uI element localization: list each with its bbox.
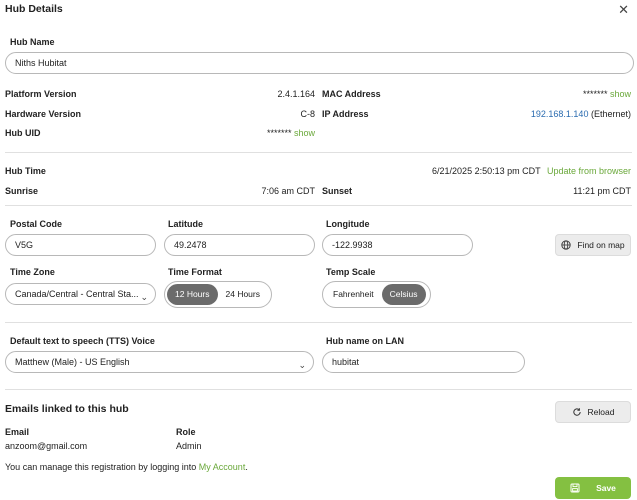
- manage-registration-text: You can manage this registration by logg…: [5, 462, 248, 472]
- divider: [5, 205, 632, 206]
- longitude-label: Longitude: [326, 219, 370, 229]
- platform-version-value: 2.4.1.164: [277, 89, 315, 99]
- sunset-value: 11:21 pm CDT: [573, 186, 631, 196]
- chevron-down-icon: ⌄: [140, 292, 148, 302]
- hub-uid-show-link[interactable]: show: [294, 128, 315, 138]
- close-icon[interactable]: ✕: [618, 2, 629, 18]
- sunrise-value: 7:06 am CDT: [261, 186, 315, 196]
- platform-version-label: Platform Version: [5, 89, 77, 99]
- role-cell: Admin: [176, 441, 202, 451]
- tts-voice-select[interactable]: Matthew (Male) - US English ⌄: [5, 351, 314, 373]
- time-format-12h[interactable]: 12 Hours: [167, 284, 218, 305]
- chevron-down-icon: ⌄: [298, 360, 306, 370]
- longitude-input[interactable]: -122.9938: [322, 234, 473, 256]
- save-icon: [570, 483, 580, 493]
- hardware-version-label: Hardware Version: [5, 109, 82, 119]
- hub-uid-masked: *******: [266, 128, 292, 138]
- hub-lan-name-label: Hub name on LAN: [326, 336, 404, 346]
- dialog-title: Hub Details: [5, 3, 63, 15]
- divider: [5, 389, 632, 390]
- postal-code-input[interactable]: V5G: [5, 234, 156, 256]
- ip-address-label: IP Address: [322, 109, 369, 119]
- time-format-label: Time Format: [168, 267, 222, 277]
- my-account-link[interactable]: My Account: [199, 462, 246, 472]
- save-button[interactable]: Save: [555, 477, 631, 499]
- find-on-map-label: Find on map: [577, 240, 625, 250]
- temp-scale-toggle[interactable]: Fahrenheit Celsius: [322, 281, 431, 308]
- tts-voice-label: Default text to speech (TTS) Voice: [10, 336, 155, 346]
- tts-voice-value: Matthew (Male) - US English: [15, 357, 130, 367]
- mac-show-link[interactable]: show: [610, 89, 631, 99]
- hub-lan-name-input[interactable]: hubitat: [322, 351, 525, 373]
- time-zone-select[interactable]: Canada/Central - Central Sta... ⌄: [5, 283, 156, 305]
- hardware-version-value: C-8: [300, 109, 315, 119]
- sunset-label: Sunset: [322, 186, 353, 196]
- email-cell: anzoom@gmail.com: [5, 441, 88, 451]
- update-from-browser-link[interactable]: Update from browser: [547, 166, 631, 176]
- hub-time-text: 6/21/2025 2:50:13 pm CDT: [432, 166, 541, 176]
- manage-end: .: [245, 462, 248, 472]
- time-zone-label: Time Zone: [10, 267, 55, 277]
- ip-address-value: 192.168.1.140 (Ethernet): [460, 109, 631, 119]
- divider: [5, 322, 632, 323]
- sunrise-label: Sunrise: [5, 186, 39, 196]
- reload-icon: [572, 407, 582, 417]
- time-zone-value: Canada/Central - Central Sta...: [15, 289, 139, 299]
- temp-scale-label: Temp Scale: [326, 267, 376, 277]
- ip-address-suffix: (Ethernet): [590, 109, 631, 119]
- ip-address-link[interactable]: 192.168.1.140: [531, 109, 589, 119]
- mac-address-label: MAC Address: [322, 89, 381, 99]
- mac-address-value: ******* show: [480, 89, 631, 99]
- save-label: Save: [596, 483, 616, 493]
- manage-text: You can manage this registration by logg…: [5, 462, 199, 472]
- hub-uid-value: ******* show: [200, 128, 315, 138]
- hub-time-value: 6/21/2025 2:50:13 pm CDT Update from bro…: [380, 166, 631, 176]
- emails-heading: Emails linked to this hub: [5, 403, 129, 415]
- globe-icon: [561, 240, 572, 250]
- time-format-toggle[interactable]: 12 Hours 24 Hours: [164, 281, 272, 308]
- divider: [5, 152, 632, 153]
- role-column-header: Role: [176, 427, 196, 437]
- temp-scale-celsius[interactable]: Celsius: [381, 284, 426, 305]
- time-format-24h[interactable]: 24 Hours: [218, 284, 269, 305]
- hub-name-label: Hub Name: [10, 37, 55, 47]
- postal-code-label: Postal Code: [10, 219, 63, 229]
- latitude-input[interactable]: 49.2478: [164, 234, 315, 256]
- temp-scale-fahrenheit[interactable]: Fahrenheit: [325, 284, 382, 305]
- mac-masked: *******: [582, 89, 608, 99]
- hub-time-label: Hub Time: [5, 166, 46, 176]
- email-column-header: Email: [5, 427, 30, 437]
- latitude-label: Latitude: [168, 219, 203, 229]
- find-on-map-button[interactable]: Find on map: [555, 234, 631, 256]
- reload-label: Reload: [587, 407, 615, 417]
- hub-name-input[interactable]: Niths Hubitat: [5, 52, 634, 74]
- reload-button[interactable]: Reload: [555, 401, 631, 423]
- hub-uid-label: Hub UID: [5, 128, 41, 138]
